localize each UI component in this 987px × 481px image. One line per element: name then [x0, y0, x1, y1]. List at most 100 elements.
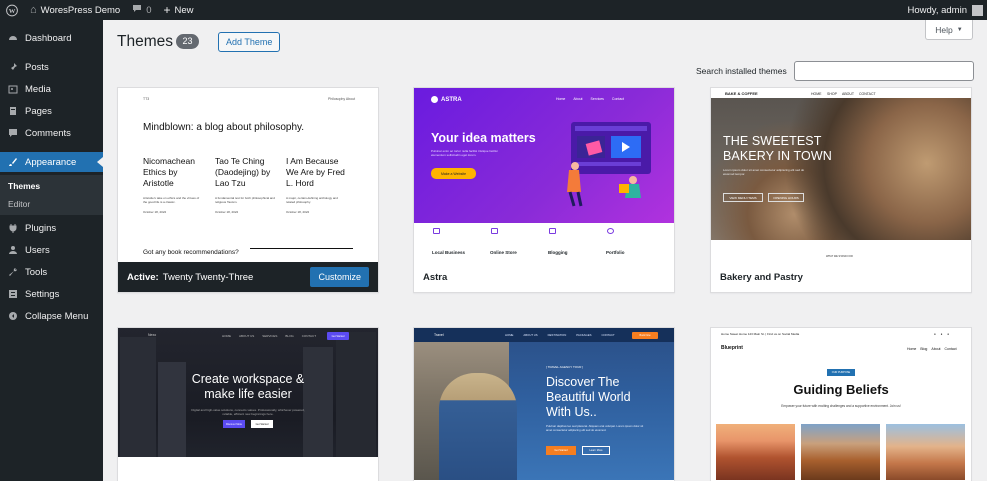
preview-nav: BAKE & COFFEE HOME SHOP ABOUT CONTACT: [711, 88, 971, 98]
theme-card-workspace[interactable]: Nexo HOME ABOUT US SERVICES BLOG CONTACT Get…: [117, 327, 379, 481]
preview-button: Book Now: [632, 332, 658, 339]
menu-item-pages[interactable]: Pages: [0, 101, 103, 121]
preview-button: Discover More: [223, 420, 245, 428]
preview-brand: Nexo: [148, 333, 157, 337]
preview-topline: Home Sweet Home 123 Main St. | Find us o…: [721, 332, 800, 336]
preview-post-title: I Am Because We Are by Fred L. Hord: [286, 156, 345, 188]
avatar: [972, 4, 983, 16]
menu-label: Pages: [25, 105, 52, 117]
preview-post-date: October 18, 2022: [215, 210, 239, 214]
submenu-label: Themes: [8, 181, 41, 191]
svg-text:W: W: [9, 7, 16, 14]
wrench-icon: [7, 267, 18, 278]
preview-post-title: Tao Te Ching (Daodejing) by Lao Tzu: [215, 156, 271, 188]
theme-card-footer: Bakery and Pastry: [711, 262, 971, 292]
plug-icon: [7, 223, 18, 234]
submenu-label: Editor: [8, 199, 31, 209]
search-label: Search installed themes: [696, 66, 787, 76]
social-icons: ● ● ●: [934, 332, 952, 336]
theme-name: Bakery and Pastry: [720, 271, 803, 283]
my-account-link[interactable]: Howdy, admin: [902, 0, 987, 20]
menu-label: Settings: [25, 288, 60, 300]
menu-item-users[interactable]: Users: [0, 240, 103, 260]
preview-post-excerpt: A fundamental text for both philosophica…: [215, 196, 275, 204]
preview-headline: Create workspace & make life easier: [191, 372, 305, 401]
preview-divider: [250, 248, 353, 249]
menu-item-plugins[interactable]: Plugins: [0, 218, 103, 238]
submenu-item-themes[interactable]: Themes: [0, 177, 103, 195]
menu-label: Collapse Menu: [25, 310, 89, 322]
page-title: Themes: [117, 33, 173, 50]
preview-post-excerpt: A major, certain-defining anthology and …: [286, 196, 338, 204]
theme-card-astra[interactable]: ASTRA Home About Services Contact Your idea…: [413, 87, 675, 293]
theme-screenshot[interactable]: ASTRA Home About Services Contact Your idea…: [414, 88, 674, 262]
dashboard-icon: [7, 33, 18, 44]
menu-item-dashboard[interactable]: Dashboard: [0, 28, 103, 48]
collapse-icon: [7, 311, 18, 322]
menu-label: Posts: [25, 61, 49, 73]
preview-brand: Blueprint: [721, 345, 743, 351]
theme-card-blueprint[interactable]: Home Sweet Home 123 Main St. | Find us o…: [710, 327, 972, 481]
caret-down-icon: ▼: [956, 26, 963, 33]
preview-brand: TT3: [143, 97, 150, 101]
preview-button: Learn More: [582, 446, 610, 455]
admin-bar: W ⌂ WoresPress Demo 0 + New Howdy, admin: [0, 0, 987, 20]
submenu-item-editor[interactable]: Editor: [0, 195, 103, 213]
new-content-link[interactable]: + New: [158, 0, 200, 20]
theme-name: Twenty Twenty-Three: [162, 271, 254, 283]
help-label: Help: [935, 24, 953, 35]
preview-subtext: Lorem ipsum dolor sit amet consectetur a…: [723, 168, 805, 176]
theme-card-bakery-and-pastry[interactable]: BAKE & COFFEE HOME SHOP ABOUT CONTACT TH…: [710, 87, 972, 293]
theme-screenshot[interactable]: Nexo HOME ABOUT US SERVICES BLOG CONTACT Get…: [118, 328, 378, 457]
illustration-icon: [567, 122, 651, 207]
preview-headline: Your idea matters: [431, 131, 536, 145]
wordpress-logo-icon[interactable]: W: [0, 0, 24, 20]
menu-item-posts[interactable]: Posts: [0, 57, 103, 77]
preview-post-title: Nicomachean Ethics by Aristotle: [143, 156, 195, 188]
menu-item-tools[interactable]: Tools: [0, 262, 103, 282]
comments-link[interactable]: 0: [126, 0, 157, 20]
menu-label: Tools: [25, 266, 48, 278]
preview-post-date: October 18, 2022: [286, 210, 310, 214]
help-tab-button[interactable]: Help ▼: [925, 20, 973, 40]
menu-item-comments[interactable]: Comments: [0, 123, 103, 143]
preview-headline: Discover The Beautiful World With Us..: [546, 375, 631, 419]
preview-nav-links: HOME ABOUT US DESTINATION PACKAGES CONTACT: [505, 333, 615, 337]
users-icon: [7, 245, 18, 256]
menu-item-media[interactable]: Media: [0, 79, 103, 99]
preview-tag: OUR PURPOSE: [827, 369, 855, 376]
preview-headline: THE SWEETEST BAKERY IN TOWN: [723, 134, 832, 163]
theme-screenshot[interactable]: Home Sweet Home 123 Main St. | Find us o…: [711, 328, 971, 480]
home-icon: ⌂: [30, 4, 37, 16]
preview-button: Get Started: [251, 420, 273, 428]
site-name-label: WoresPress Demo: [40, 4, 121, 16]
theme-screenshot[interactable]: Travel HOME ABOUT US DESTINATION PACKAGES CO…: [414, 328, 674, 480]
theme-screenshot[interactable]: BAKE & COFFEE HOME SHOP ABOUT CONTACT TH…: [711, 88, 971, 262]
menu-item-appearance[interactable]: Appearance: [0, 152, 103, 172]
preview-post-date: October 18, 2022: [143, 210, 167, 214]
site-name-link[interactable]: ⌂ WoresPress Demo: [24, 0, 126, 20]
theme-screenshot[interactable]: TT3 Philosophy About Mindblown: a blog a…: [118, 88, 378, 262]
howdy-label: Howdy, admin: [907, 4, 968, 16]
theme-count-badge: 23: [176, 34, 199, 49]
preview-cta-button: Make a Website: [431, 168, 476, 179]
menu-item-settings[interactable]: Settings: [0, 284, 103, 304]
add-theme-button[interactable]: Add Theme: [218, 32, 281, 52]
theme-card-travel[interactable]: Travel HOME ABOUT US DESTINATION PACKAGES CO…: [413, 327, 675, 481]
preview-button: VIEW MENU ITEMS: [723, 193, 763, 202]
customize-button[interactable]: Customize: [310, 267, 369, 287]
feature-label: Blogging: [548, 250, 568, 255]
menu-item-collapse[interactable]: Collapse Menu: [0, 306, 103, 326]
online-store-icon: [491, 228, 498, 234]
mountain-image: [801, 424, 880, 480]
portfolio-icon: [607, 228, 614, 234]
pin-icon: [7, 62, 18, 73]
canyon-image: [716, 424, 795, 480]
search-input[interactable]: [794, 61, 974, 81]
menu-label: Comments: [25, 127, 71, 139]
theme-card-twenty-twenty-three[interactable]: TT3 Philosophy About Mindblown: a blog a…: [117, 87, 379, 293]
feature-label: Portfolio: [606, 250, 625, 255]
menu-label: Media: [25, 83, 51, 95]
menu-label: Users: [25, 244, 50, 256]
comment-bubble-icon: [132, 4, 142, 16]
